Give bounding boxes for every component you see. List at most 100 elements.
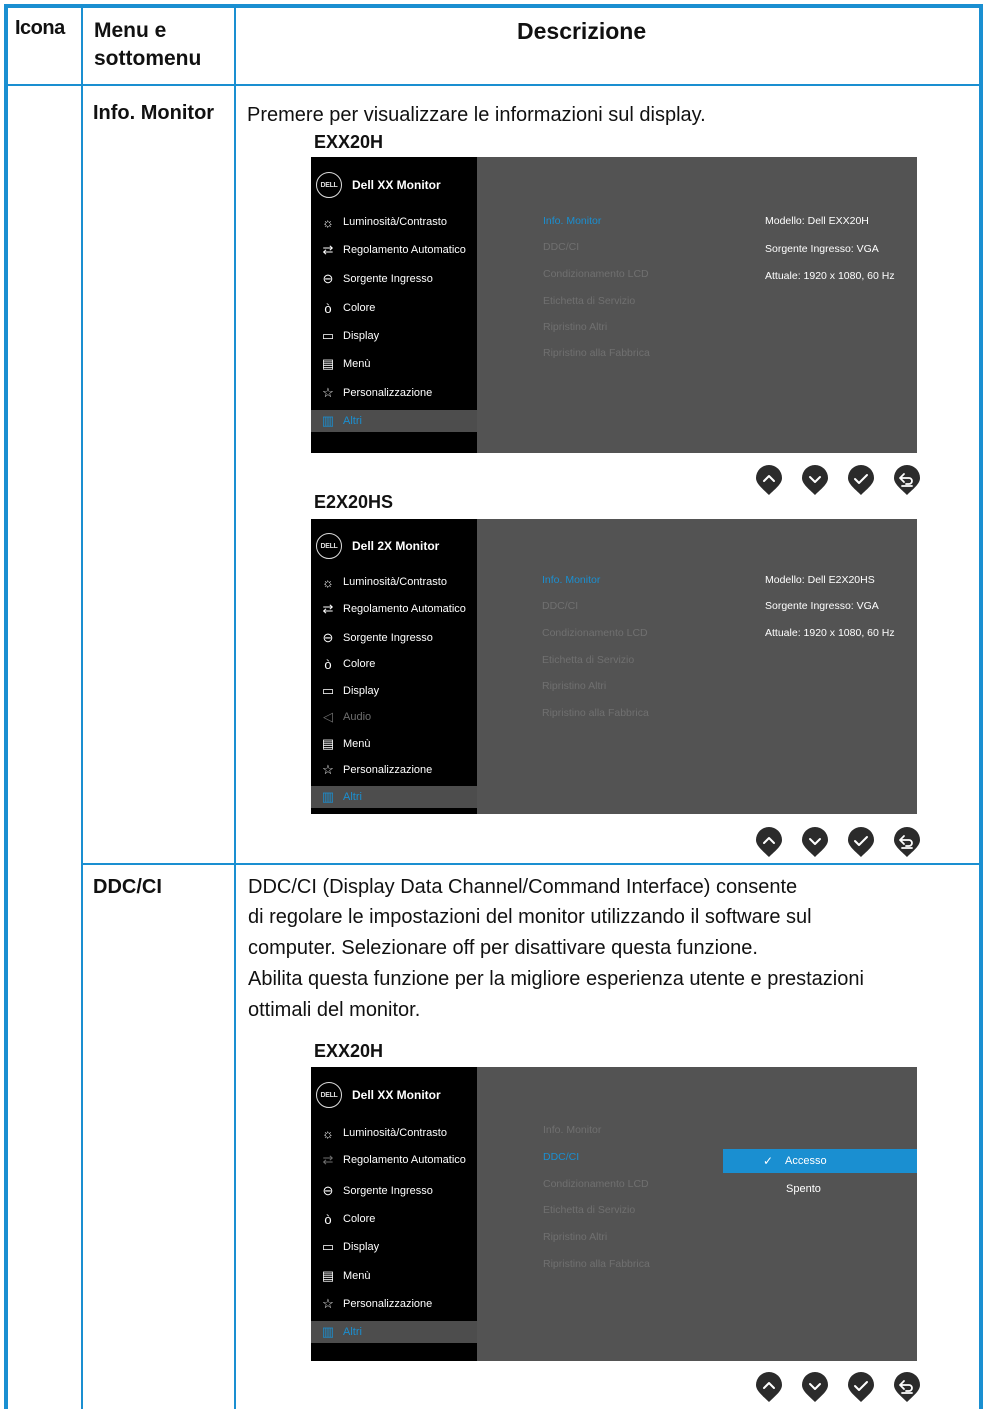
menu-item-brightness[interactable]: ☼ Luminosità/Contrasto bbox=[311, 571, 477, 593]
back-button[interactable] bbox=[893, 827, 921, 857]
osd-brand: DELL Dell 2X Monitor bbox=[316, 533, 439, 559]
down-button[interactable] bbox=[801, 465, 829, 495]
menu-item-menu[interactable]: ▤ Menù bbox=[311, 1265, 477, 1287]
sub-item-factory-reset[interactable]: Ripristino alla Fabbrica bbox=[543, 347, 650, 359]
info-input-source: Sorgente Ingresso: VGA bbox=[765, 243, 879, 255]
row-label-ddc-ci: DDC/CI bbox=[93, 876, 162, 898]
sub-item-factory-reset[interactable]: Ripristino alla Fabbrica bbox=[542, 707, 649, 719]
sub-item-service-tag[interactable]: Etichetta di Servizio bbox=[542, 654, 634, 666]
up-arrow-icon bbox=[756, 827, 782, 857]
brightness-icon: ☼ bbox=[322, 214, 334, 230]
menu-item-others[interactable]: ▥ Altri bbox=[311, 786, 477, 808]
osd-title: Dell XX Monitor bbox=[352, 178, 441, 192]
others-icon: ▥ bbox=[321, 413, 335, 428]
check-icon: ✓ bbox=[763, 1154, 774, 1168]
osd-title: Dell 2X Monitor bbox=[352, 539, 440, 553]
ok-button[interactable] bbox=[847, 1372, 875, 1402]
ddc-ci-desc-line-2: di regolare le impostazioni del monitor … bbox=[248, 906, 812, 928]
up-button[interactable] bbox=[755, 827, 783, 857]
menu-item-personalize[interactable]: ☆ Personalizzazione bbox=[311, 382, 477, 404]
menu-item-auto-adjust[interactable]: ⇄ Regolamento Automatico bbox=[311, 1149, 477, 1171]
sub-item-info-monitor[interactable]: Info. Monitor bbox=[543, 1124, 601, 1136]
sub-item-service-tag[interactable]: Etichetta di Servizio bbox=[543, 1204, 635, 1216]
model-title-exx20h-ddc: EXX20H bbox=[314, 1041, 384, 1061]
menu-item-personalize[interactable]: ☆ Personalizzazione bbox=[311, 1293, 477, 1315]
menu-item-input-source[interactable]: ⊖ Sorgente Ingresso bbox=[311, 268, 477, 290]
dell-logo: DELL bbox=[316, 1082, 342, 1108]
osd-panel-e2x20hs: DELL Dell 2X Monitor ☼ Luminosità/Contras… bbox=[311, 519, 917, 814]
info-input-source: Sorgente Ingresso: VGA bbox=[765, 600, 879, 612]
others-icon: ▥ bbox=[321, 789, 335, 804]
option-off[interactable]: Spento bbox=[786, 1183, 821, 1195]
menu-item-display[interactable]: ▭ Display bbox=[311, 1236, 477, 1258]
sub-item-reset-others[interactable]: Ripristino Altri bbox=[542, 680, 606, 692]
star-icon: ☆ bbox=[322, 385, 334, 400]
menu-item-others[interactable]: ▥ Altri bbox=[311, 1321, 477, 1343]
model-title-e2x20hs: E2X20HS bbox=[314, 492, 394, 512]
up-button[interactable] bbox=[755, 465, 783, 495]
menu-item-audio[interactable]: ◁ Audio bbox=[311, 706, 477, 728]
header-menu: Menu e sottomenu bbox=[94, 19, 202, 70]
menu-item-brightness[interactable]: ☼ Luminosità/Contrasto bbox=[311, 1122, 477, 1144]
auto-adjust-icon: ⇄ bbox=[322, 1152, 334, 1167]
color-icon: ò bbox=[324, 300, 332, 316]
info-resolution: Attuale: 1920 x 1080, 60 Hz bbox=[765, 627, 895, 639]
menu-item-menu[interactable]: ▤ Menù bbox=[311, 353, 477, 375]
menu-item-personalize[interactable]: ☆ Personalizzazione bbox=[311, 759, 477, 781]
menu-item-color[interactable]: ò Colore bbox=[311, 297, 477, 319]
sub-item-lcd-conditioning[interactable]: Condizionamento LCD bbox=[542, 627, 648, 639]
sub-item-info-monitor[interactable]: Info. Monitor bbox=[543, 215, 601, 227]
header-icon: Icona bbox=[15, 17, 65, 39]
dell-logo: DELL bbox=[316, 533, 342, 559]
display-icon: ▭ bbox=[321, 1239, 335, 1254]
ddc-ci-desc-line-4: Abilita questa funzione per la migliore … bbox=[248, 968, 864, 990]
back-icon bbox=[894, 1372, 920, 1402]
menu-item-input-source[interactable]: ⊖ Sorgente Ingresso bbox=[311, 1180, 477, 1202]
sub-item-ddc-ci[interactable]: DDC/CI bbox=[543, 1151, 579, 1163]
down-button[interactable] bbox=[801, 1372, 829, 1402]
menu-item-display[interactable]: ▭ Display bbox=[311, 680, 477, 702]
down-button[interactable] bbox=[801, 827, 829, 857]
check-icon bbox=[848, 827, 874, 857]
osd-panel-exx20h: DELL Dell XX Monitor ☼ Luminosità/Contras… bbox=[311, 157, 917, 453]
sub-item-reset-others[interactable]: Ripristino Altri bbox=[543, 1231, 607, 1243]
menu-item-color[interactable]: ò Colore bbox=[311, 1208, 477, 1230]
ok-button[interactable] bbox=[847, 827, 875, 857]
menu-item-auto-adjust[interactable]: ⇄ Regolamento Automatico bbox=[311, 598, 477, 620]
menu-item-menu[interactable]: ▤ Menù bbox=[311, 733, 477, 755]
back-button[interactable] bbox=[893, 465, 921, 495]
down-arrow-icon bbox=[802, 465, 828, 495]
sub-item-ddc-ci[interactable]: DDC/CI bbox=[543, 241, 579, 253]
menu-icon: ▤ bbox=[321, 356, 335, 371]
others-icon: ▥ bbox=[321, 1324, 335, 1339]
row-divider bbox=[83, 863, 979, 865]
sub-item-info-monitor[interactable]: Info. Monitor bbox=[542, 574, 600, 586]
sub-item-factory-reset[interactable]: Ripristino alla Fabbrica bbox=[543, 1258, 650, 1270]
menu-item-color[interactable]: ò Colore bbox=[311, 653, 477, 675]
input-source-icon: ⊖ bbox=[322, 1183, 334, 1198]
sub-item-ddc-ci[interactable]: DDC/CI bbox=[542, 600, 578, 612]
header-divider bbox=[8, 84, 979, 86]
menu-item-brightness[interactable]: ☼ Luminosità/Contrasto bbox=[311, 211, 477, 233]
ddc-ci-desc-line-3: computer. Selezionare off per disattivar… bbox=[248, 937, 758, 959]
menu-item-others[interactable]: ▥ Altri bbox=[311, 410, 477, 432]
menu-item-display[interactable]: ▭ Display bbox=[311, 325, 477, 347]
up-button[interactable] bbox=[755, 1372, 783, 1402]
row-label-info-monitor: Info. Monitor bbox=[93, 102, 215, 124]
col-divider-2 bbox=[234, 8, 236, 1409]
sub-item-lcd-conditioning[interactable]: Condizionamento LCD bbox=[543, 1178, 649, 1190]
header-description: Descrizione bbox=[517, 18, 647, 44]
menu-icon: ▤ bbox=[321, 736, 335, 751]
menu-item-auto-adjust[interactable]: ⇄ Regolamento Automatico bbox=[311, 239, 477, 261]
back-button[interactable] bbox=[893, 1372, 921, 1402]
sub-item-lcd-conditioning[interactable]: Condizionamento LCD bbox=[543, 268, 649, 280]
menu-item-input-source[interactable]: ⊖ Sorgente Ingresso bbox=[311, 627, 477, 649]
info-model: Modello: Dell E2X20HS bbox=[765, 574, 875, 586]
sub-item-service-tag[interactable]: Etichetta di Servizio bbox=[543, 295, 635, 307]
sub-item-reset-others[interactable]: Ripristino Altri bbox=[543, 321, 607, 333]
info-resolution: Attuale: 1920 x 1080, 60 Hz bbox=[765, 270, 895, 282]
color-icon: ò bbox=[324, 656, 332, 672]
ok-button[interactable] bbox=[847, 465, 875, 495]
option-on-selected[interactable]: ✓ Accesso bbox=[723, 1149, 917, 1173]
brightness-icon: ☼ bbox=[322, 1125, 334, 1141]
